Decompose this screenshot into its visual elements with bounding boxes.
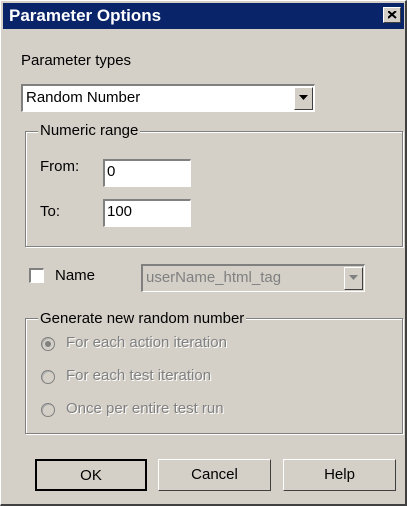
numeric-range-title: Numeric range — [38, 122, 141, 139]
numeric-range-group — [25, 131, 403, 247]
radio-once-per-run[interactable] — [41, 403, 55, 417]
from-input-box — [103, 159, 191, 187]
parameter-types-label: Parameter types — [21, 52, 132, 69]
from-input[interactable] — [107, 163, 187, 180]
title-bar: Parameter Options — [3, 3, 404, 29]
cancel-button[interactable]: Cancel — [158, 459, 271, 491]
window-title: Parameter Options — [9, 6, 162, 25]
name-dropdown-arrow-button[interactable] — [344, 267, 363, 290]
name-checkbox[interactable] — [29, 268, 44, 283]
help-button[interactable]: Help — [283, 459, 396, 491]
parameter-options-dialog: Parameter Options Parameter types Random… — [0, 0, 407, 506]
radio-label-each-test-iteration: For each test iteration — [66, 367, 212, 384]
radio-each-test-iteration[interactable] — [41, 370, 55, 384]
name-dropdown-value: userName_html_tag — [146, 269, 282, 286]
name-dropdown[interactable]: userName_html_tag — [141, 264, 365, 292]
radio-label-once-per-run: Once per entire test run — [66, 400, 224, 417]
parameter-types-dropdown[interactable]: Random Number — [21, 84, 315, 112]
generate-random-title: Generate new random number — [38, 310, 247, 327]
radio-each-action-iteration[interactable] — [41, 337, 55, 351]
close-icon — [388, 11, 397, 19]
to-input[interactable] — [107, 203, 187, 220]
parameter-types-value: Random Number — [26, 89, 141, 106]
name-label: Name — [55, 267, 96, 284]
radio-label-each-action-iteration: For each action iteration — [66, 334, 227, 351]
dropdown-arrow-button[interactable] — [294, 87, 313, 110]
chevron-down-icon — [299, 95, 308, 100]
from-label: From: — [40, 158, 80, 175]
close-button[interactable] — [383, 7, 401, 23]
to-input-box — [103, 199, 191, 227]
to-label: To: — [40, 203, 61, 220]
radio-selected-dot — [45, 341, 51, 347]
chevron-down-icon — [349, 275, 358, 280]
ok-button[interactable]: OK — [35, 459, 147, 491]
